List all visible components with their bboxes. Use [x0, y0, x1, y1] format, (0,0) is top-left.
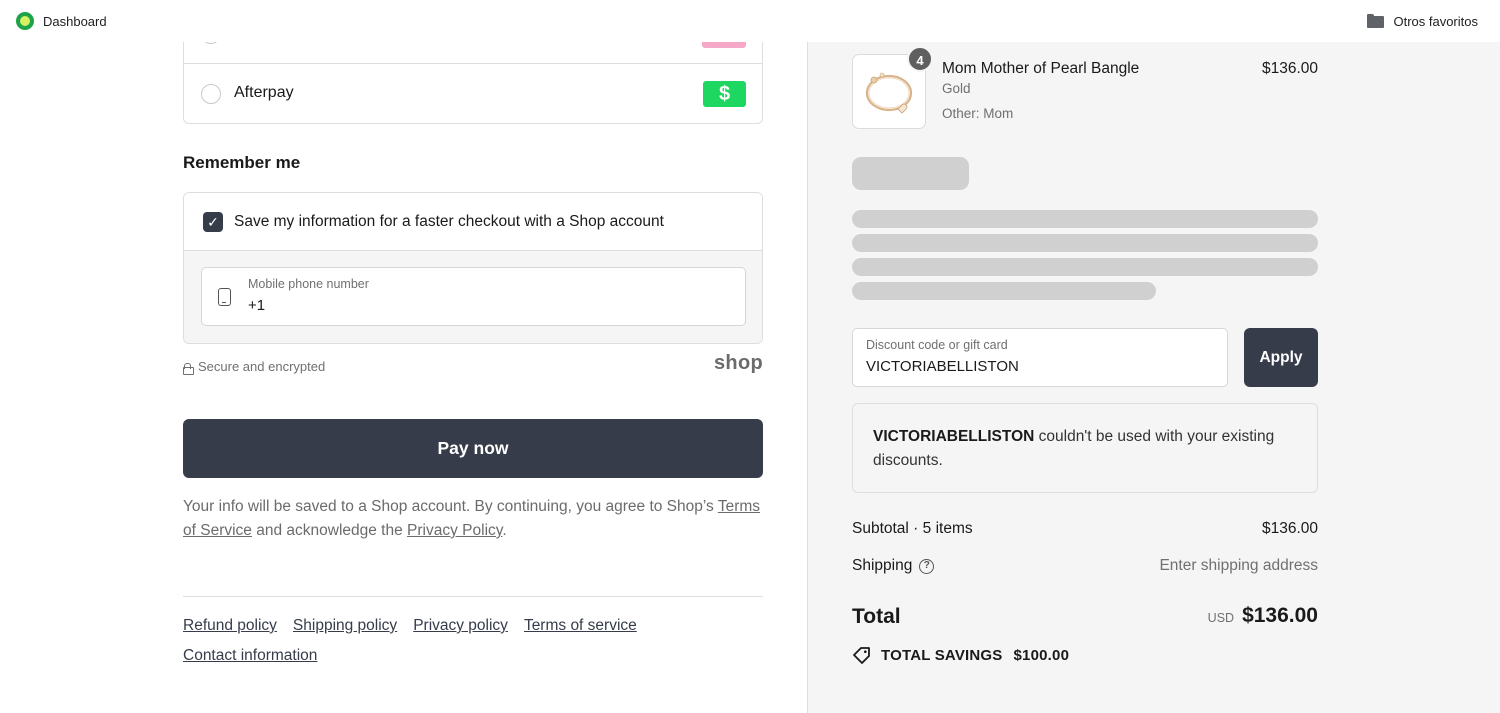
savings-value: $100.00: [1013, 646, 1070, 664]
shipping-policy-link[interactable]: Shipping policy: [293, 614, 397, 638]
subtotal-value: $136.00: [1261, 520, 1318, 537]
product-name: Mom Mother of Pearl Bangle: [942, 60, 1140, 77]
lock-icon: [183, 362, 194, 375]
currency-code: USD: [1207, 611, 1235, 625]
payment-logo-partial: [702, 42, 746, 48]
payment-method-row-partial[interactable]: [184, 42, 762, 64]
remember-me-box: ✓ Save my information for a faster check…: [183, 192, 763, 344]
discount-error-code: VICTORIABELLISTON: [873, 428, 1035, 445]
shipping-row: Shipping ?: [852, 557, 935, 575]
phone-section: Mobile phone number +1: [184, 251, 762, 343]
discount-code-field[interactable]: Discount code or gift card VICTORIABELLI…: [852, 328, 1228, 387]
payment-radio-partial[interactable]: [201, 42, 221, 44]
save-info-checkbox[interactable]: ✓: [203, 212, 223, 232]
bookmark-other-favorites[interactable]: Otros favoritos: [1367, 14, 1478, 29]
phone-icon: [218, 288, 231, 306]
remember-me-title: Remember me: [183, 153, 301, 172]
savings-label: TOTAL SAVINGS: [881, 646, 1003, 664]
shipping-label: Shipping: [852, 557, 913, 574]
footer-links: Refund policy Shipping policy Privacy po…: [183, 614, 763, 668]
shipping-help-icon[interactable]: ?: [919, 558, 935, 574]
product-option: Other: Mom: [942, 106, 1014, 121]
afterpay-label: Afterpay: [234, 84, 294, 101]
loading-skeleton-line: [852, 234, 1318, 252]
contact-information-link[interactable]: Contact information: [183, 644, 317, 668]
discount-field-label: Discount code or gift card: [866, 338, 1008, 352]
privacy-policy-link[interactable]: Privacy Policy: [407, 522, 502, 539]
legal-text-before: Your info will be saved to a Shop accoun…: [183, 498, 718, 515]
bookmark-dashboard-label: Dashboard: [43, 13, 107, 29]
phone-field-value[interactable]: +1: [248, 297, 265, 314]
secure-text: Secure and encrypted: [198, 359, 326, 374]
discount-field-value[interactable]: VICTORIABELLISTON: [866, 358, 1019, 375]
shipping-value: Enter shipping address: [1159, 557, 1318, 574]
total-amount: USD $136.00: [1120, 604, 1318, 628]
afterpay-radio[interactable]: [201, 84, 221, 104]
bangle-image: [865, 72, 913, 114]
dashboard-logo-icon: [16, 12, 34, 30]
folder-icon: [1367, 14, 1385, 28]
quantity-badge: 4: [907, 46, 933, 72]
privacy-policy-footer-link[interactable]: Privacy policy: [413, 614, 508, 638]
legal-text-after: .: [502, 522, 507, 539]
footer-divider: [183, 596, 763, 597]
legal-notice: Your info will be saved to a Shop accoun…: [183, 495, 763, 543]
apply-discount-button[interactable]: Apply: [1244, 328, 1318, 387]
bookmarks-bar: Dashboard Otros favoritos: [0, 0, 1500, 42]
legal-text-middle: and acknowledge the: [251, 522, 408, 539]
total-value: $136.00: [1242, 604, 1318, 627]
bookmark-dashboard[interactable]: Dashboard: [16, 12, 107, 30]
save-info-row[interactable]: ✓ Save my information for a faster check…: [184, 193, 762, 251]
total-label: Total: [852, 605, 901, 628]
total-savings: TOTAL SAVINGS $100.00: [852, 646, 1069, 664]
afterpay-logo-icon: $: [703, 81, 746, 107]
mobile-phone-field[interactable]: Mobile phone number +1: [201, 267, 746, 326]
loading-skeleton-line: [852, 282, 1156, 300]
terms-of-service-footer-link[interactable]: Terms of service: [524, 614, 637, 638]
discount-tag-icon: [853, 647, 870, 664]
phone-field-label: Mobile phone number: [248, 277, 369, 291]
bookmark-other-favorites-label: Otros favoritos: [1393, 13, 1478, 29]
shop-logo: shop: [714, 352, 763, 374]
product-variant: Gold: [942, 81, 971, 96]
refund-policy-link[interactable]: Refund policy: [183, 614, 277, 638]
loading-skeleton-title: [852, 157, 969, 190]
loading-skeleton-line: [852, 258, 1318, 276]
product-price: $136.00: [1261, 60, 1318, 77]
secure-notice: Secure and encrypted: [183, 359, 326, 375]
pay-now-button[interactable]: Pay now: [183, 419, 763, 478]
subtotal-label: Subtotal · 5 items: [852, 520, 973, 537]
save-info-label: Save my information for a faster checkou…: [234, 213, 664, 230]
discount-error-message: VICTORIABELLISTON couldn't be used with …: [852, 403, 1318, 493]
payment-method-afterpay[interactable]: Afterpay $: [184, 64, 762, 124]
payment-methods-box: Afterpay $: [183, 42, 763, 124]
loading-skeleton-line: [852, 210, 1318, 228]
